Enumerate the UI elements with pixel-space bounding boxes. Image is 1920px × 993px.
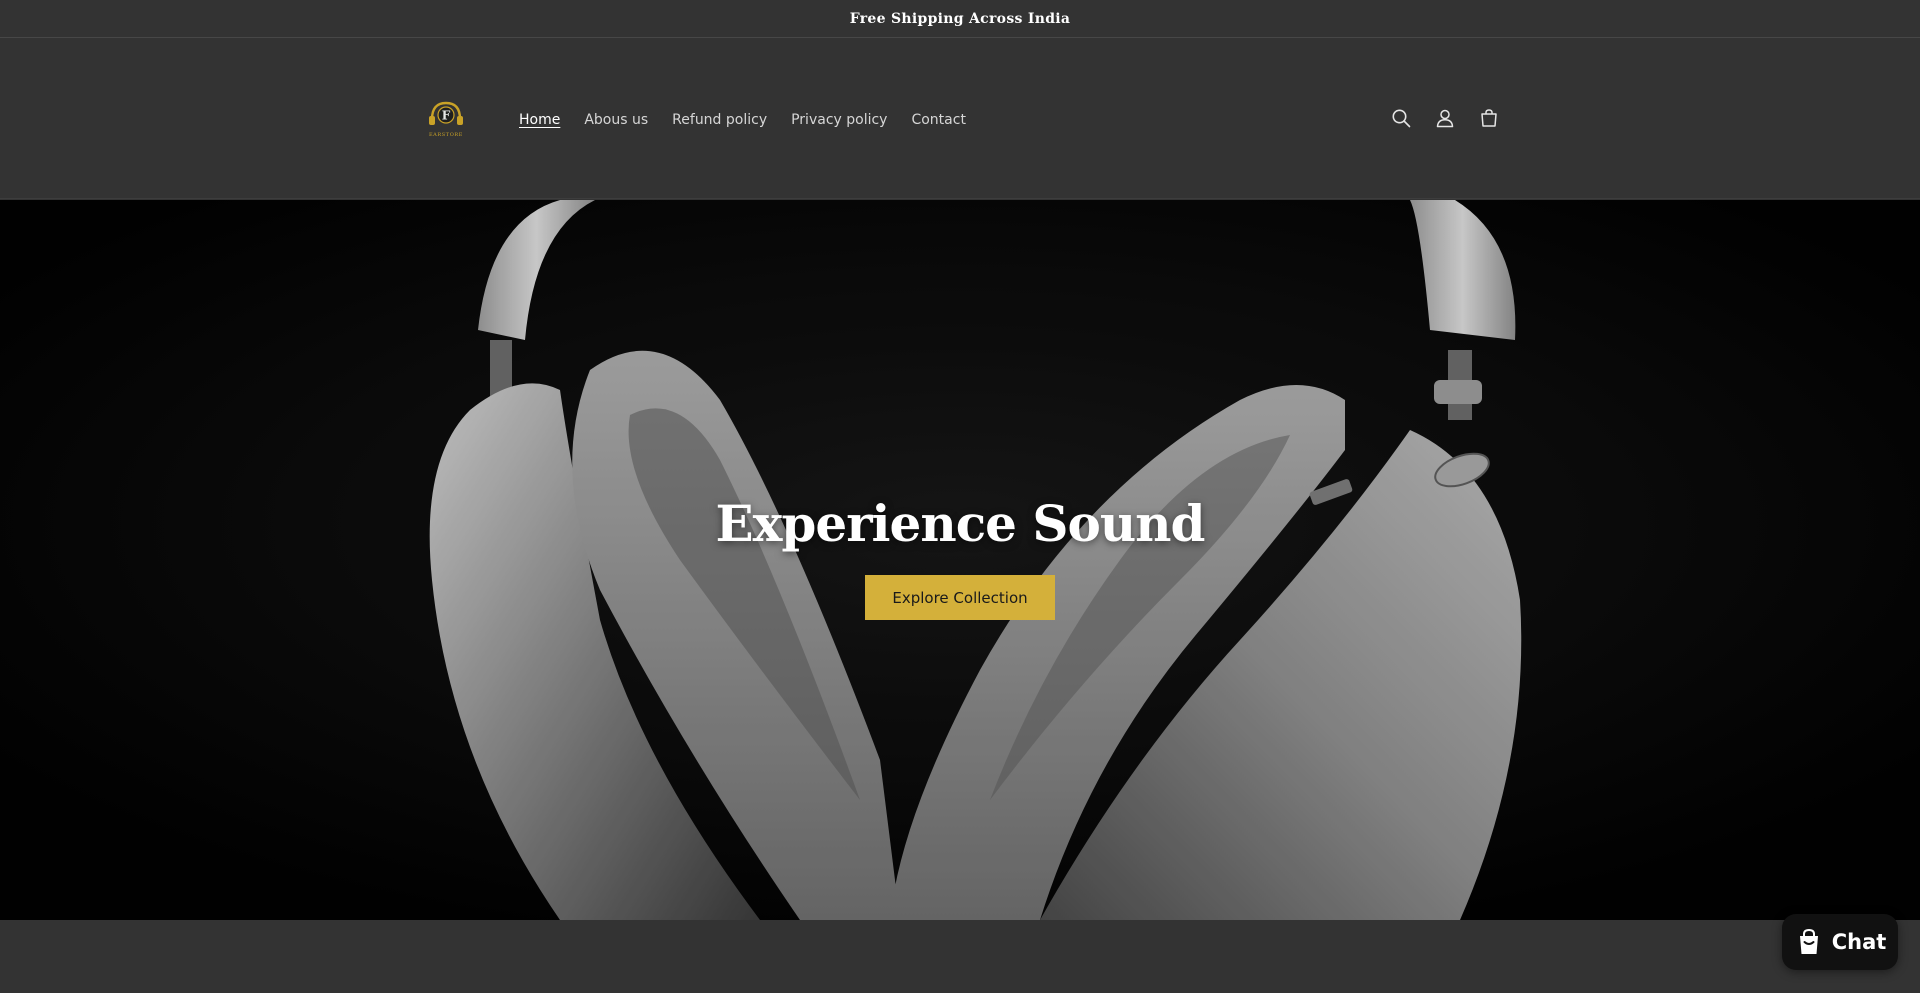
hero-content: Experience Sound Explore Collection (0, 494, 1920, 620)
announcement-text: Free Shipping Across India (849, 10, 1071, 27)
nav-item-home[interactable]: Home (519, 112, 560, 128)
earstore-logo-icon: F (429, 101, 463, 125)
account-button[interactable] (1434, 107, 1456, 129)
nav-item-contact[interactable]: Contact (911, 112, 965, 128)
next-section (0, 920, 1920, 993)
nav-item-refund-policy[interactable]: Refund policy (672, 112, 767, 128)
nav-item-privacy-policy[interactable]: Privacy policy (791, 112, 887, 128)
chat-button[interactable]: Chat (1782, 914, 1898, 970)
hero-banner: Experience Sound Explore Collection (0, 200, 1920, 920)
main-nav: Home Abous us Refund policy Privacy poli… (519, 109, 966, 131)
store-logo[interactable]: F EARSTORE (420, 97, 472, 141)
search-button[interactable] (1390, 107, 1412, 129)
announcement-bar: Free Shipping Across India (0, 0, 1920, 38)
hero-title: Experience Sound (715, 494, 1206, 553)
explore-collection-button[interactable]: Explore Collection (865, 575, 1055, 620)
chat-bag-icon (1799, 928, 1818, 954)
site-header: F EARSTORE Home Abous us Refund policy P… (0, 39, 1920, 199)
account-icon (1436, 109, 1454, 128)
header-icons (1390, 107, 1500, 129)
search-icon (1392, 109, 1411, 128)
nav-item-about[interactable]: Abous us (584, 112, 648, 128)
cart-icon (1481, 109, 1497, 127)
svg-text:F: F (442, 109, 451, 123)
logo-wordmark: EARSTORE (428, 132, 464, 138)
chat-label: Chat (1831, 930, 1887, 954)
cart-button[interactable] (1478, 107, 1500, 129)
